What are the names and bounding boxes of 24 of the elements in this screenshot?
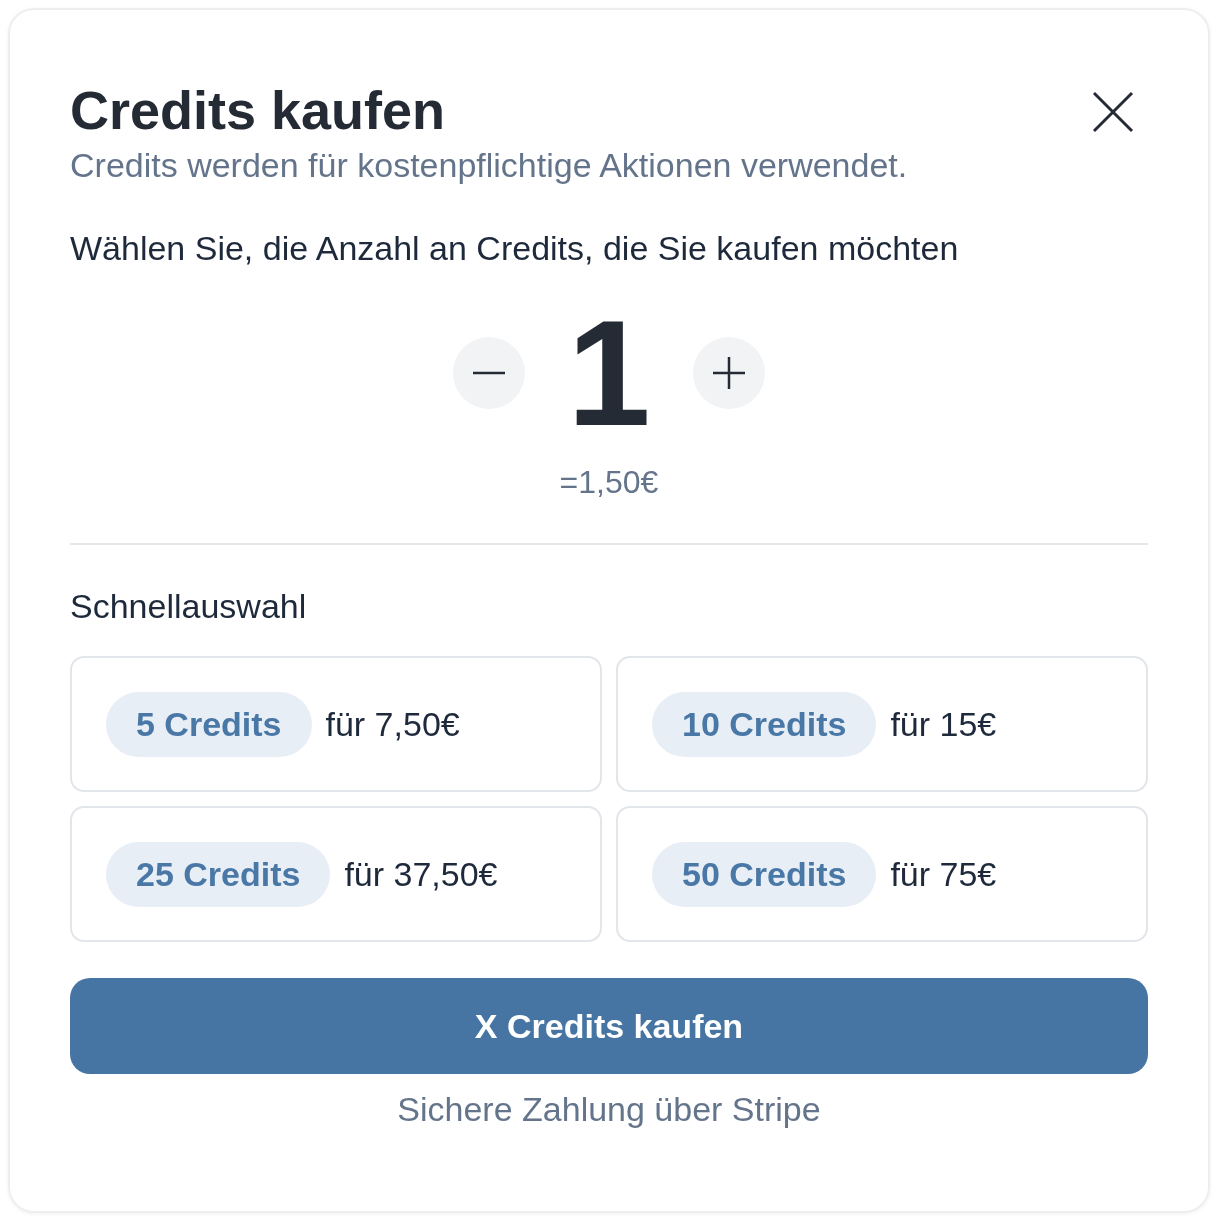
credit-quantity: 1 bbox=[566, 298, 652, 448]
option-price: für 75€ bbox=[890, 854, 997, 894]
quantity-prompt: Wählen Sie, die Anzahl an Credits, die Sie kaufen möchten bbox=[70, 229, 960, 268]
payment-note: Sichere Zahlung über Stripe bbox=[396, 1090, 822, 1129]
credit-amount-pill: 10 Credits bbox=[652, 691, 877, 757]
minus-icon bbox=[473, 371, 505, 375]
option-price: für 7,50€ bbox=[325, 704, 460, 744]
total-price: =1,50€ bbox=[558, 464, 660, 501]
close-button[interactable] bbox=[1091, 90, 1135, 134]
option-price: für 15€ bbox=[890, 704, 997, 744]
credit-amount-pill: 5 Credits bbox=[106, 691, 312, 757]
credit-option-card[interactable]: 50 Credits für 75€ bbox=[616, 806, 1148, 942]
option-price: für 37,50€ bbox=[344, 854, 498, 894]
dialog-subtitle: Credits werden für kostenpflichtige Aktionen verwendet. bbox=[70, 146, 909, 185]
credit-option-card[interactable]: 5 Credits für 7,50€ bbox=[70, 656, 602, 792]
credit-amount-pill: 25 Credits bbox=[106, 841, 331, 907]
credit-option-card[interactable]: 10 Credits für 15€ bbox=[616, 656, 1148, 792]
quick-select-heading: Schnellauswahl bbox=[70, 587, 308, 626]
credit-option-card[interactable]: 25 Credits für 37,50€ bbox=[70, 806, 602, 942]
buy-credits-button[interactable]: X Credits kaufen bbox=[70, 978, 1148, 1074]
dialog-title: Credits kaufen bbox=[70, 80, 446, 140]
plus-icon bbox=[713, 357, 745, 389]
close-icon bbox=[1091, 90, 1135, 134]
credit-amount-pill: 50 Credits bbox=[652, 841, 877, 907]
